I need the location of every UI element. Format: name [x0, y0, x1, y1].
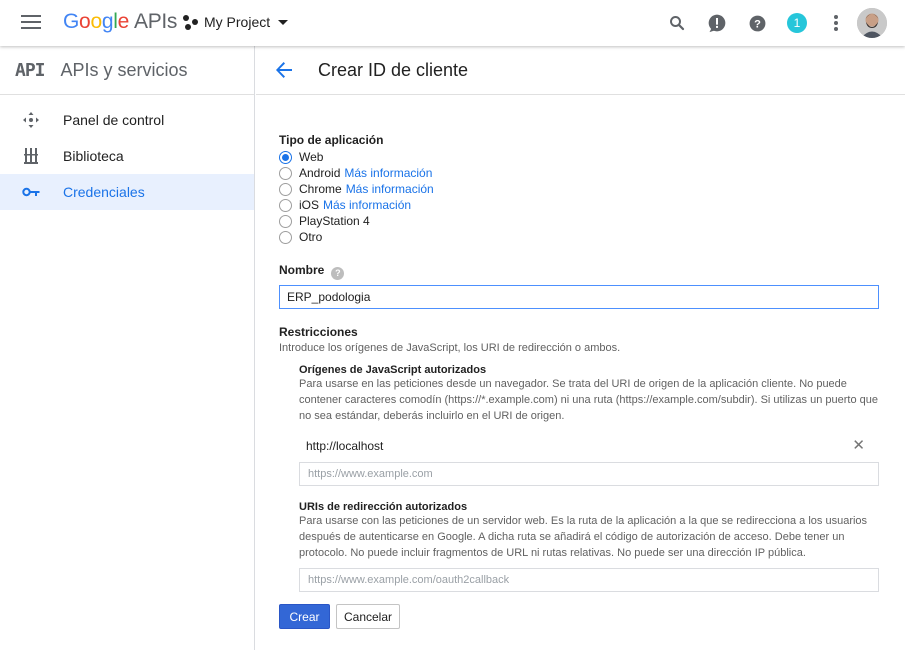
radio-button[interactable] [279, 214, 292, 228]
more-info-link[interactable]: Más información [344, 166, 432, 180]
name-input[interactable] [279, 284, 879, 309]
sidebar-item-biblioteca[interactable]: Biblioteca [0, 138, 254, 174]
origin-entry: http://localhost ✕ [299, 433, 879, 459]
notification-count-badge: 1 [787, 13, 807, 33]
restrictions-heading: Restricciones [279, 324, 358, 339]
radio-web[interactable]: Web [279, 149, 879, 165]
sidebar-item-label: Biblioteca [63, 148, 124, 164]
project-selector[interactable]: My Project [183, 12, 289, 32]
sidebar: API APIs y servicios Panel de control Bi… [0, 46, 255, 650]
radio-label: iOS [299, 198, 320, 212]
radio-button[interactable] [279, 150, 292, 164]
account-avatar[interactable] [857, 8, 887, 38]
origin-value[interactable]: http://localhost [306, 439, 383, 453]
redirect-uris-title: URIs de redirección autorizados [299, 500, 468, 513]
create-client-id-form: Tipo de aplicación Web Android Más infor… [279, 95, 879, 592]
close-icon[interactable]: ✕ [852, 438, 865, 453]
logo-apis-text: APIs [133, 10, 178, 33]
radio-button[interactable] [279, 182, 292, 196]
help-icon[interactable]: ? [745, 11, 769, 35]
help-icon[interactable]: ? [331, 266, 345, 280]
logo-letter: e [117, 10, 130, 33]
sidebar-item-credenciales[interactable]: Credenciales [0, 174, 254, 210]
app-type-radio-group: Web Android Más información Chrome Más i… [279, 149, 879, 245]
radio-label: Chrome [299, 182, 342, 196]
radio-label: PlayStation 4 [299, 214, 370, 228]
radio-button[interactable] [279, 198, 292, 212]
app-type-label: Tipo de aplicación [279, 133, 384, 147]
key-icon [21, 187, 41, 197]
js-origins-description: Para usarse en las peticiones desde un n… [299, 377, 878, 422]
js-origins-section: Orígenes de JavaScript autorizados Para … [299, 364, 879, 592]
top-app-bar: Google APIs My Project ? 1 [0, 0, 905, 46]
cancel-button[interactable]: Cancelar [336, 604, 400, 629]
chevron-down-icon [278, 19, 289, 25]
sidebar-item-label: Credenciales [63, 184, 145, 200]
radio-label: Otro [299, 230, 323, 244]
redirect-uris-description: Para usarse con las peticiones de un ser… [299, 514, 868, 559]
radio-button[interactable] [279, 230, 292, 244]
logo-letter: g [101, 10, 114, 33]
notifications-button[interactable]: 1 [785, 11, 809, 35]
radio-label: Web [299, 150, 324, 164]
radio-android[interactable]: Android Más información [279, 165, 879, 181]
radio-otro[interactable]: Otro [279, 229, 879, 245]
alert-icon[interactable] [705, 11, 729, 35]
sidebar-header: API APIs y servicios [0, 46, 254, 95]
more-info-link[interactable]: Más información [323, 198, 411, 212]
radio-ios[interactable]: iOS Más información [279, 197, 879, 213]
google-apis-logo[interactable]: Google APIs [63, 10, 177, 34]
library-icon [21, 148, 41, 164]
name-label-row: Nombre? [279, 261, 879, 280]
js-origins-title: Orígenes de JavaScript autorizados [299, 363, 487, 376]
name-label: Nombre [279, 263, 325, 277]
svg-text:?: ? [754, 18, 761, 30]
logo-letter: o [90, 10, 102, 33]
menu-icon[interactable] [21, 15, 41, 29]
radio-button[interactable] [279, 166, 292, 180]
radio-playstation[interactable]: PlayStation 4 [279, 213, 879, 229]
restrictions-description: Introduce los orígenes de JavaScript, lo… [279, 341, 621, 354]
create-button[interactable]: Crear [279, 604, 330, 629]
redirect-uri-input[interactable] [299, 567, 879, 592]
more-vert-icon[interactable] [824, 11, 848, 35]
dashboard-icon [21, 112, 41, 128]
logo-letter: G [63, 10, 80, 33]
sidebar-item-label: Panel de control [63, 112, 165, 128]
page-title: Crear ID de cliente [318, 59, 469, 80]
sidebar-item-panel[interactable]: Panel de control [0, 102, 254, 138]
radio-chrome[interactable]: Chrome Más información [279, 181, 879, 197]
js-origin-input[interactable] [299, 461, 879, 486]
sidebar-title[interactable]: APIs y servicios [61, 60, 188, 81]
more-info-link[interactable]: Más información [346, 182, 434, 196]
project-icon [183, 14, 199, 30]
radio-label: Android [299, 166, 341, 180]
api-logo: API [15, 59, 45, 81]
search-icon[interactable] [665, 11, 689, 35]
page-header: Crear ID de cliente [256, 46, 905, 95]
logo-letter: o [79, 10, 91, 33]
back-arrow-icon[interactable] [274, 60, 294, 80]
project-name: My Project [204, 14, 271, 30]
